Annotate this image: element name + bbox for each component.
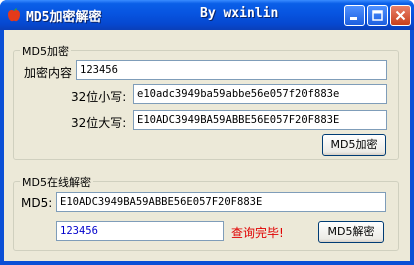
md5-encrypt-button[interactable]: MD5加密: [322, 134, 386, 156]
decrypt-group-title: MD5在线解密: [20, 174, 93, 190]
minimize-icon: [350, 17, 357, 20]
lowercase-output[interactable]: e10adc3949ba59abbe56e057f20f883e: [133, 84, 387, 104]
uppercase-label: 32位大写:: [71, 116, 127, 130]
content-label: 加密内容: [24, 66, 73, 80]
md5-hash-input[interactable]: E10ADC3949BA59ABBE56E057F20F883E: [56, 192, 386, 212]
title-bar[interactable]: MD5加密解密 By wxinlin: [0, 0, 414, 30]
decrypt-result-field[interactable]: 123456: [56, 221, 224, 241]
md5-decrypt-button[interactable]: MD5解密: [318, 221, 384, 243]
minimize-button[interactable]: [344, 5, 365, 26]
window-author: By wxinlin: [200, 6, 279, 21]
status-text: 查询完毕!: [231, 226, 284, 240]
window-client-area: MD5加密 加密内容 123456 32位小写: e10adc3949ba59a…: [4, 30, 410, 261]
close-icon: [395, 10, 406, 21]
apple-icon[interactable]: [6, 7, 22, 23]
content-input[interactable]: 123456: [76, 60, 387, 80]
app-window: MD5加密解密 By wxinlin MD5加密 加密内容 123456 32位…: [0, 0, 414, 265]
maximize-button[interactable]: [367, 5, 388, 26]
uppercase-output[interactable]: E10ADC3949BA59ABBE56E057F20F883E: [133, 110, 387, 130]
close-button[interactable]: [390, 5, 411, 26]
encrypt-group-title: MD5加密: [20, 43, 71, 59]
lowercase-label: 32位小写:: [71, 90, 127, 104]
maximize-icon: [372, 10, 383, 21]
md5-label: MD5:: [21, 196, 53, 210]
window-title: MD5加密解密: [26, 10, 102, 25]
